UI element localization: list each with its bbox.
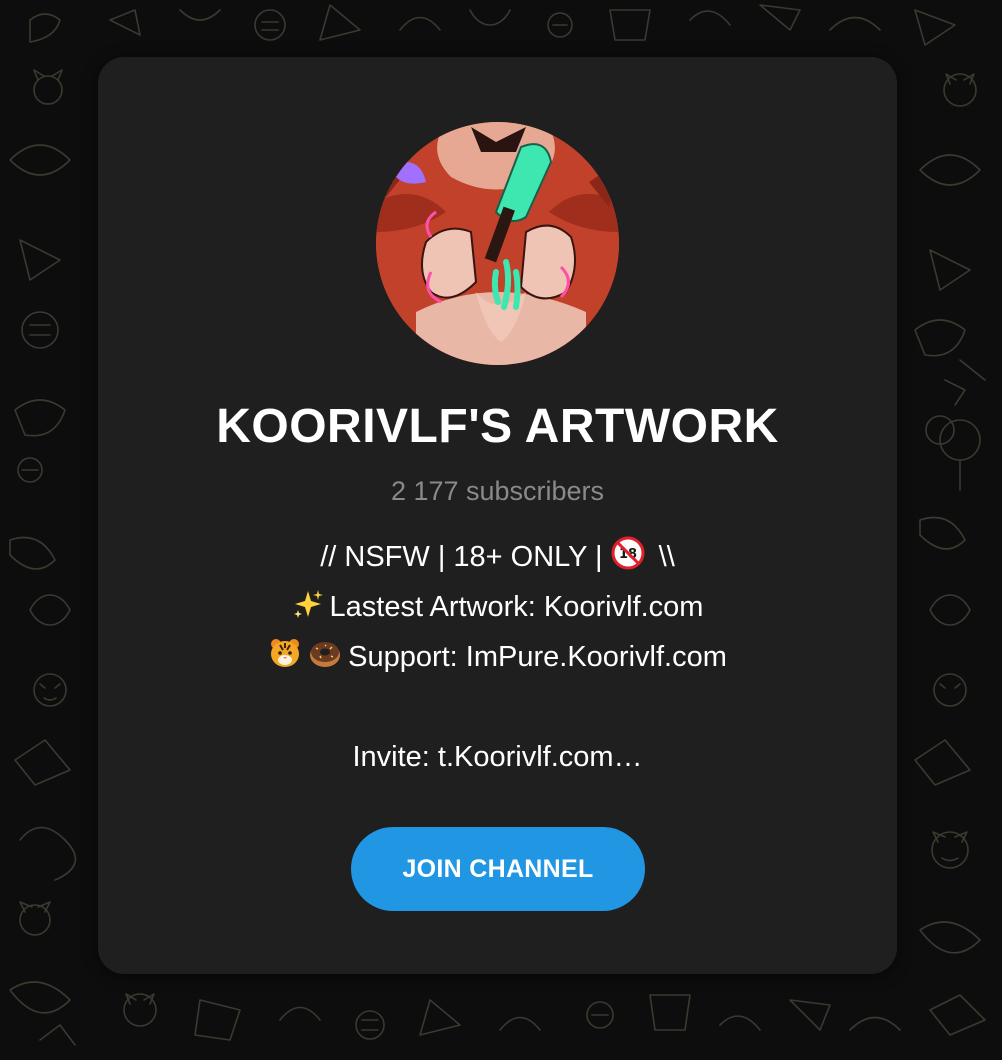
channel-preview-card: KOORIVLF'S ARTWORK 2 177 subscribers // … xyxy=(98,57,897,974)
subscriber-count: 2 177 subscribers xyxy=(390,476,605,506)
tiger-face-icon xyxy=(268,636,302,686)
join-channel-button[interactable]: JOIN CHANNEL xyxy=(351,827,645,911)
no-one-under-18-icon: 18 xyxy=(611,536,645,586)
channel-title: KOORIVLF'S ARTWORK xyxy=(216,400,779,453)
donut-icon xyxy=(308,636,342,686)
description-line-4 xyxy=(98,682,897,732)
description-line-1: // NSFW | 18+ ONLY | 18 \\ xyxy=(98,532,897,582)
sparkles-icon xyxy=(292,586,324,636)
support-link[interactable]: Support: ImPure.Koorivlf.com xyxy=(348,641,727,673)
invite-link[interactable]: Invite: t.Koorivlf.com… xyxy=(352,741,642,773)
latest-artwork-link[interactable]: Lastest Artwork: Koorivlf.com xyxy=(330,591,704,623)
channel-avatar-artwork-icon xyxy=(376,122,619,365)
description-line-3: Support: ImPure.Koorivlf.com xyxy=(98,632,897,682)
description-line-2: Lastest Artwork: Koorivlf.com xyxy=(98,582,897,632)
description-line-1-text: // NSFW | 18+ ONLY | xyxy=(320,541,611,573)
description-line-5: Invite: t.Koorivlf.com… xyxy=(98,732,897,782)
description-line-1-end: \\ xyxy=(650,541,675,573)
channel-description: // NSFW | 18+ ONLY | 18 \\ Lastest Artwo… xyxy=(98,532,897,782)
channel-avatar xyxy=(376,122,619,365)
